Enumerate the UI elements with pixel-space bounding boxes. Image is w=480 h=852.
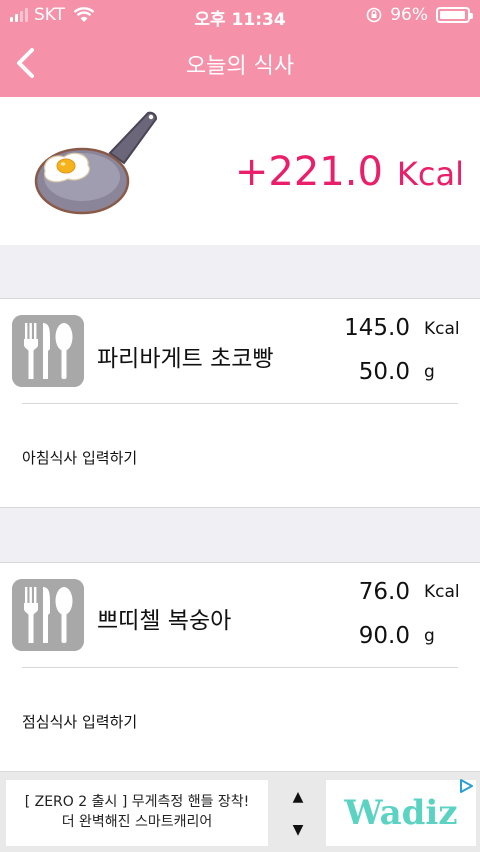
- ad-banner[interactable]: [ ZERO 2 출시 ] 무게측정 핸들 장착! 더 완벽해진 스마트캐리어 …: [0, 772, 480, 852]
- add-lunch-link[interactable]: 점심식사 입력하기: [22, 711, 137, 732]
- ad-brand: Wadiz: [344, 793, 458, 833]
- cutlery-icon[interactable]: [12, 315, 84, 387]
- ad-logo[interactable]: Wadiz: [326, 780, 476, 846]
- total-calories-unit: Kcal: [396, 155, 464, 193]
- status-bar: SKT 오후 11:34 96%: [0, 0, 480, 32]
- ad-arrows: ▲ ▼: [278, 780, 318, 846]
- battery-icon: [436, 7, 473, 23]
- orientation-lock-icon: [366, 7, 382, 23]
- add-breakfast-link[interactable]: 아침식사 입력하기: [22, 447, 137, 468]
- divider: [22, 403, 458, 404]
- meal-card-lunch: 쁘띠첼 복숭아 76.0 Kcal 90.0 g 점심식사 입력하기: [0, 562, 480, 772]
- divider: [22, 667, 458, 668]
- food-name[interactable]: 쁘띠첼 복숭아: [97, 601, 231, 635]
- total-calories-value: +221.0: [234, 149, 383, 195]
- total-calories: +221.0 Kcal: [235, 149, 464, 195]
- weight-value: 90.0: [358, 623, 410, 649]
- weight-unit: g: [424, 362, 435, 382]
- kcal-value: 76.0: [358, 579, 410, 605]
- calorie-summary: +221.0 Kcal: [0, 97, 480, 245]
- weight-value: 50.0: [358, 359, 410, 385]
- cutlery-icon[interactable]: [12, 579, 84, 651]
- kcal-unit: Kcal: [424, 582, 460, 602]
- food-name[interactable]: 파리바게트 초코빵: [97, 339, 274, 373]
- frying-pan-egg-icon: [34, 111, 157, 215]
- ad-choices-icon[interactable]: [458, 778, 474, 794]
- meal-card-breakfast: 파리바게트 초코빵 145.0 Kcal 50.0 g 아침식사 입력하기: [0, 298, 480, 508]
- ad-next-button[interactable]: ▼: [278, 813, 318, 846]
- page-title: 오늘의 식사: [185, 54, 295, 79]
- battery-percent: 96%: [390, 5, 428, 25]
- ad-subline: 더 완벽해진 스마트캐리어: [61, 814, 213, 830]
- ad-text[interactable]: [ ZERO 2 출시 ] 무게측정 핸들 장착! 더 완벽해진 스마트캐리어: [6, 780, 268, 846]
- weight-unit: g: [424, 626, 435, 646]
- kcal-value: 145.0: [344, 315, 410, 341]
- navigation-bar: SKT 오후 11:34 96% 오늘의 식사: [0, 0, 480, 97]
- ad-headline: [ ZERO 2 출시 ] 무게측정 핸들 장착!: [24, 794, 250, 810]
- kcal-unit: Kcal: [424, 319, 460, 339]
- ad-prev-button[interactable]: ▲: [278, 780, 318, 813]
